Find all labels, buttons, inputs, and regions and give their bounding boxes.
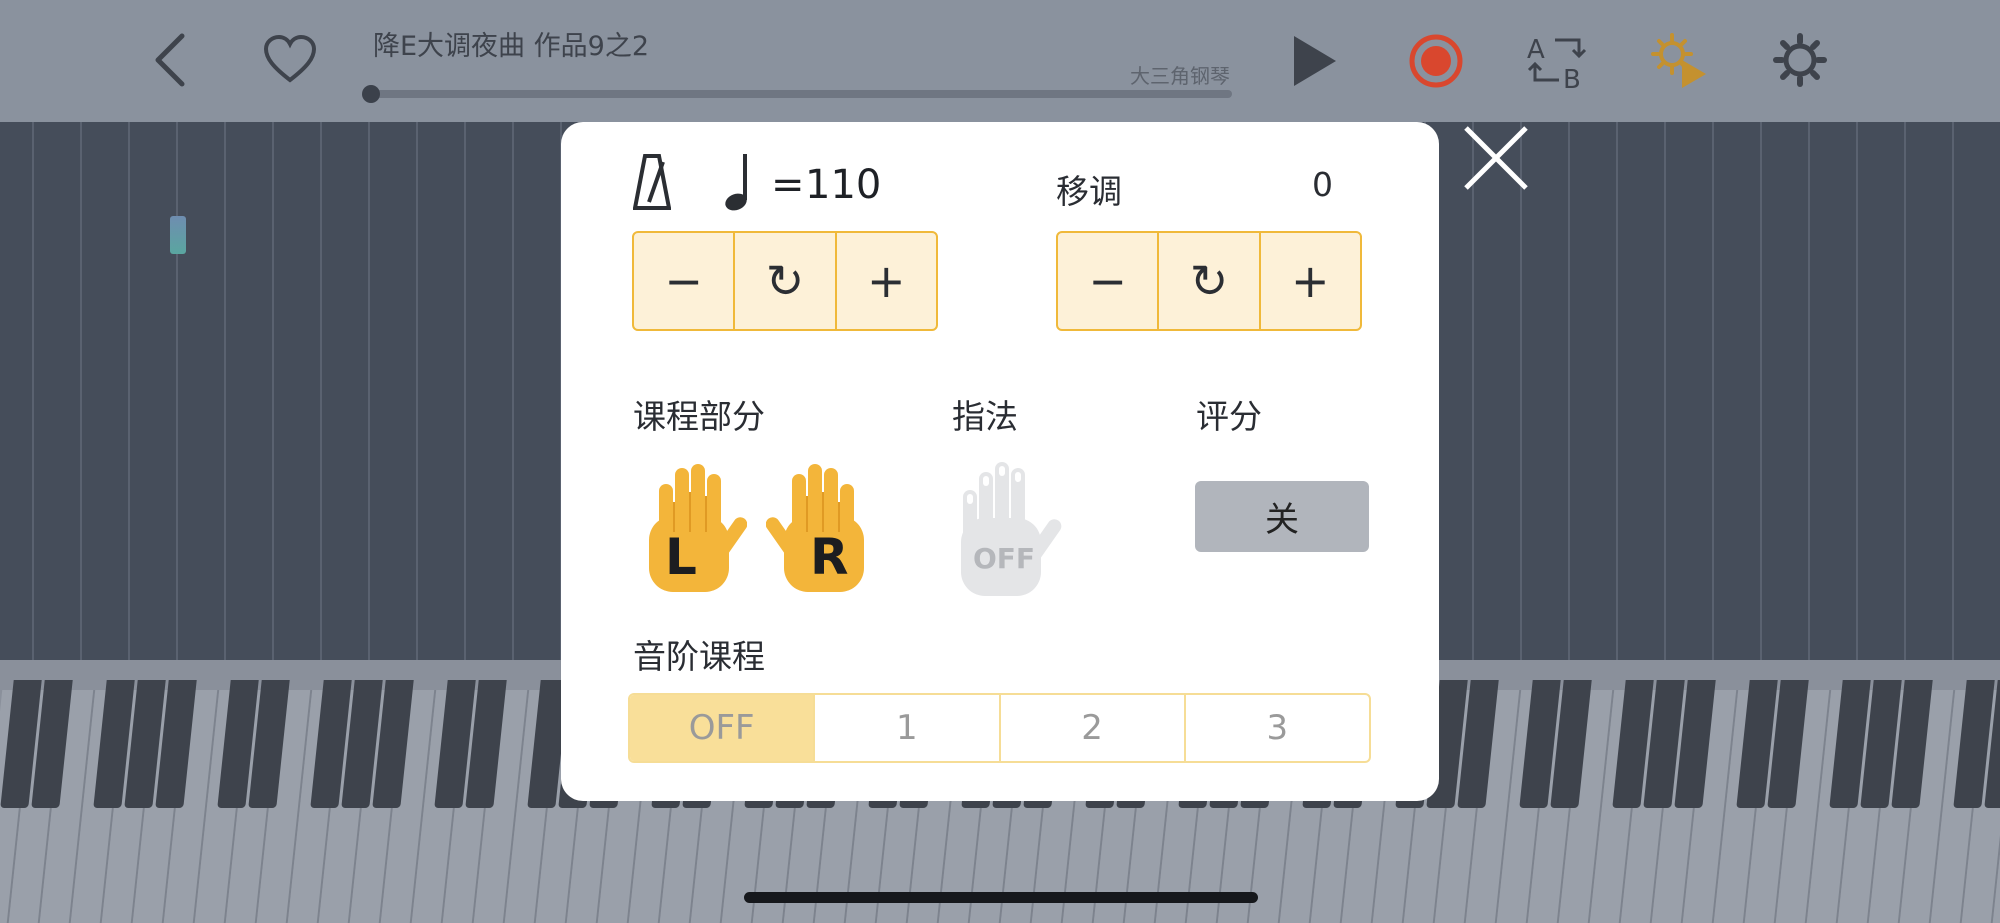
progress-track[interactable] (372, 90, 1232, 98)
transpose-plus-button[interactable]: + (1261, 233, 1360, 329)
lane-divider (80, 122, 82, 660)
lane-divider (368, 122, 370, 660)
lane-divider (128, 122, 130, 660)
scoring-label: 评分 (1196, 397, 1262, 436)
lane-divider (1712, 122, 1714, 660)
lesson-part-label: 课程部分 (633, 397, 765, 436)
lane-divider (1904, 122, 1906, 660)
lane-divider (224, 122, 226, 660)
lane-divider (512, 122, 514, 660)
scale-lesson-selector: OFF 1 2 3 (628, 693, 1371, 763)
lane-divider (416, 122, 418, 660)
settings-panel: = 110 − ↻ + 移调 0 − ↻ + 课程部分 指法 评分 L R OF… (561, 122, 1439, 801)
lane-divider (1760, 122, 1762, 660)
scale-lesson-label: 音阶课程 (633, 637, 765, 676)
record-icon[interactable] (1408, 33, 1464, 89)
svg-text:B: B (1563, 65, 1581, 92)
lane-divider (176, 122, 178, 660)
lane-divider (1952, 122, 1954, 660)
tempo-equals: = (771, 162, 805, 208)
heart-icon[interactable] (263, 34, 317, 84)
tempo-plus-button[interactable]: + (837, 233, 936, 329)
play-icon[interactable] (1290, 34, 1338, 88)
scoring-toggle-button[interactable]: 关 (1195, 481, 1369, 552)
fingering-hand-icon (961, 462, 1062, 596)
lane-divider (32, 122, 34, 660)
top-bar: 降E大调夜曲 作品9之2 大三角钢琴 A B (0, 0, 2000, 122)
lane-divider (1856, 122, 1858, 660)
close-icon[interactable] (1458, 120, 1534, 196)
tempo-value: 110 (805, 162, 882, 208)
quarter-note-icon (725, 154, 747, 211)
scale-option-2[interactable]: 2 (1001, 695, 1186, 761)
tempo-reset-button[interactable]: ↻ (735, 233, 837, 329)
transpose-value: 0 (1312, 165, 1333, 204)
left-hand-toggle[interactable]: L (641, 462, 748, 598)
falling-note (170, 216, 186, 254)
ab-repeat-icon[interactable]: A B (1525, 30, 1589, 92)
lane-divider (1616, 122, 1618, 660)
lane-divider (1808, 122, 1810, 660)
scale-option-off[interactable]: OFF (630, 695, 816, 761)
left-hand-letter: L (665, 528, 697, 586)
lane-divider (1472, 122, 1474, 660)
lane-divider (1568, 122, 1570, 660)
song-title: 降E大调夜曲 作品9之2 (373, 31, 649, 62)
lane-divider (1664, 122, 1666, 660)
fingering-toggle[interactable]: OFF (959, 460, 1071, 602)
gear-icon[interactable] (1772, 32, 1828, 88)
fingering-state: OFF (973, 542, 1036, 575)
chevron-left-icon[interactable] (150, 30, 190, 90)
right-hand-letter: R (810, 528, 849, 586)
instrument-name[interactable]: 大三角钢琴 (1080, 60, 1230, 89)
fingering-label: 指法 (952, 397, 1018, 436)
transpose-label: 移调 (1056, 172, 1122, 211)
home-indicator (744, 892, 1258, 903)
right-hand-toggle[interactable]: R (765, 462, 872, 598)
lane-divider (272, 122, 274, 660)
progress-knob[interactable] (362, 85, 380, 103)
transpose-minus-button[interactable]: − (1058, 233, 1160, 329)
scale-option-1[interactable]: 1 (815, 695, 1001, 761)
transpose-stepper: − ↻ + (1056, 231, 1362, 331)
gear-play-icon[interactable] (1648, 32, 1710, 90)
transpose-reset-button[interactable]: ↻ (1159, 233, 1261, 329)
svg-text:A: A (1527, 35, 1545, 65)
tempo-stepper: − ↻ + (632, 231, 938, 331)
lane-divider (1520, 122, 1522, 660)
lane-divider (464, 122, 466, 660)
metronome-icon (633, 154, 671, 210)
scale-option-3[interactable]: 3 (1186, 695, 1369, 761)
lane-divider (320, 122, 322, 660)
tempo-minus-button[interactable]: − (634, 233, 736, 329)
